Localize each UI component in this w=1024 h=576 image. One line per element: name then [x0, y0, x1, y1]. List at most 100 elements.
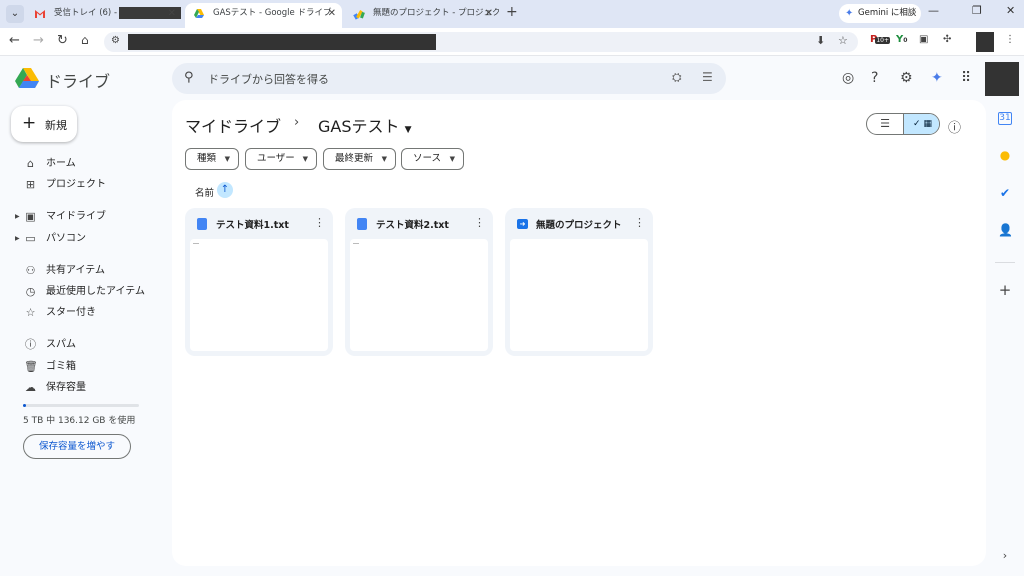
- shared-icon: ⚇: [25, 264, 36, 277]
- file-card[interactable]: テスト資料2.txt ⋮: [345, 208, 493, 356]
- sidebar-item-label: ホーム: [46, 158, 76, 169]
- new-button[interactable]: + 新規: [11, 106, 77, 142]
- my-drive-icon: ▣: [25, 210, 36, 223]
- contacts-person-icon[interactable]: 👤: [998, 223, 1013, 237]
- tab-close-icon[interactable]: ✕: [328, 3, 336, 24]
- sort-direction-arrow-up-icon[interactable]: ↑: [217, 182, 233, 198]
- main-content: マイドライブ › GASテスト ▼ ☰ ✓ ▦ ⓘ 種類 ▼ ユーザー ▼ 最終更新…: [172, 100, 986, 566]
- sort-by-name-label[interactable]: 名前: [195, 185, 214, 199]
- list-view-icon[interactable]: ☰: [867, 114, 903, 134]
- filter-chip-people[interactable]: ユーザー ▼: [245, 148, 317, 170]
- file-card[interactable]: テスト資料1.txt ⋮: [185, 208, 333, 356]
- extension-y-icon[interactable]: Y0: [896, 34, 907, 45]
- more-actions-icon[interactable]: ⋮: [474, 216, 485, 229]
- breadcrumb-chevron-right-icon: ›: [294, 115, 300, 130]
- extension-badge-2: 0: [903, 37, 908, 44]
- site-settings-icon[interactable]: ⚙: [111, 35, 120, 46]
- search-filter-tune-icon[interactable]: ☰: [702, 70, 713, 84]
- extension-badge: 10+: [875, 37, 891, 44]
- filter-chip-label: ソース: [413, 153, 442, 164]
- trash-icon: 🗑: [24, 360, 38, 373]
- google-doc-icon: [197, 218, 207, 230]
- window-restore-icon[interactable]: ❐: [972, 4, 982, 17]
- back-arrow-icon[interactable]: ←: [9, 33, 20, 48]
- window-minimize-icon[interactable]: —: [928, 4, 939, 17]
- sidebar-item-label: プロジェクト: [46, 179, 106, 190]
- filter-chip-type[interactable]: 種類 ▼: [185, 148, 239, 170]
- gemini-button[interactable]: ✦ Gemini に相談: [839, 4, 921, 23]
- tab-search-chevron-down-icon[interactable]: ⌄: [6, 5, 24, 23]
- info-icon[interactable]: ⓘ: [948, 117, 961, 136]
- breadcrumb-current-folder[interactable]: GASテスト ▼: [318, 113, 412, 137]
- search-placeholder: ドライブから回答を得る: [208, 73, 329, 86]
- browser-menu-icon[interactable]: ⋮: [1005, 34, 1015, 45]
- address-bar[interactable]: ⚙ ⬇ ☆: [104, 32, 858, 52]
- install-app-icon[interactable]: ⬇: [816, 34, 825, 47]
- breadcrumb-folder-label: GASテスト: [318, 117, 400, 136]
- search-bar[interactable]: ⚲ ドライブから回答を得る ⛭ ☰: [172, 63, 726, 94]
- home-icon[interactable]: ⌂: [81, 33, 89, 47]
- projects-icon: ⊞: [25, 178, 36, 191]
- tab-close-icon[interactable]: ✕: [485, 3, 493, 24]
- apps-grid-icon[interactable]: ⠿: [961, 70, 971, 86]
- search-options-icon[interactable]: ⛭: [672, 70, 682, 85]
- tab-drive[interactable]: GASテスト - Google ドライブ ✕: [185, 3, 342, 28]
- offline-status-icon[interactable]: ◎: [842, 70, 854, 86]
- expand-caret-icon[interactable]: ▶: [15, 230, 20, 248]
- clock-icon: ◷: [25, 285, 36, 298]
- filter-chip-source[interactable]: ソース ▼: [401, 148, 464, 170]
- file-card-title: 無題のプロジェクト: [536, 220, 622, 231]
- drive-brand: ドライブ: [46, 72, 111, 91]
- more-actions-icon[interactable]: ⋮: [634, 216, 645, 229]
- expand-panel-chevron-right-icon[interactable]: ›: [998, 549, 1012, 562]
- grid-view-icon[interactable]: ✓ ▦: [903, 114, 939, 134]
- window-close-icon[interactable]: ✕: [1006, 4, 1015, 17]
- extension-chat-icon[interactable]: ▣: [919, 34, 928, 45]
- tab-apps-script[interactable]: 無題のプロジェクト - プロジェクト編集 ✕: [345, 3, 499, 28]
- sidebar-item-label: 最近使用したアイテム: [46, 286, 145, 297]
- help-icon[interactable]: ?: [871, 70, 878, 86]
- caret-down-icon: ▼: [224, 155, 230, 163]
- tab-gmail[interactable]: 受信トレイ (6) - ✕: [26, 3, 182, 28]
- profile-avatar[interactable]: [976, 32, 994, 52]
- filter-chip-modified[interactable]: 最終更新 ▼: [323, 148, 396, 170]
- breadcrumb-my-drive[interactable]: マイドライブ: [185, 113, 281, 137]
- apps-script-arrow-icon: ➜: [517, 219, 528, 229]
- extensions-puzzle-icon[interactable]: ✣: [943, 34, 951, 45]
- apps-script-icon: [353, 10, 365, 20]
- redacted-url: [128, 34, 436, 50]
- gemini-sparkle-icon[interactable]: ✦: [931, 70, 943, 86]
- extension-icon[interactable]: P10+: [870, 34, 891, 45]
- settings-gear-icon[interactable]: ⚙: [900, 70, 913, 86]
- drive-icon: [194, 9, 204, 18]
- tab-title: 受信トレイ (6) -: [54, 8, 118, 18]
- keep-bulb-icon[interactable]: ●: [998, 148, 1012, 162]
- bookmark-star-icon[interactable]: ☆: [838, 34, 848, 47]
- tab-title: 無題のプロジェクト - プロジェクト編集: [373, 8, 499, 18]
- expand-caret-icon[interactable]: ▶: [15, 208, 20, 226]
- gmail-icon: [35, 10, 45, 18]
- caret-down-icon: ▼: [302, 155, 308, 163]
- sidebar-item-label: 保存容量: [46, 382, 86, 393]
- file-thumbnail: [350, 239, 488, 351]
- file-card-title: テスト資料2.txt: [376, 220, 449, 231]
- reload-icon[interactable]: ↻: [57, 33, 68, 48]
- calendar-icon[interactable]: 31: [998, 112, 1012, 125]
- new-tab-plus-icon[interactable]: +: [506, 4, 518, 20]
- get-more-storage-button[interactable]: 保存容量を増やす: [23, 434, 131, 459]
- sidebar-item-label: スター付き: [46, 307, 96, 318]
- more-actions-icon[interactable]: ⋮: [314, 216, 325, 229]
- tab-close-icon[interactable]: ✕: [168, 3, 176, 24]
- forward-arrow-icon[interactable]: →: [33, 33, 44, 48]
- account-avatar[interactable]: [985, 62, 1019, 96]
- file-thumbnail: [510, 239, 648, 351]
- home-icon: ⌂: [27, 157, 34, 170]
- drive-logo-icon[interactable]: [14, 67, 40, 89]
- file-card[interactable]: ➜ 無題のプロジェクト ⋮: [505, 208, 653, 356]
- plus-icon: +: [22, 113, 37, 133]
- add-addon-plus-icon[interactable]: +: [998, 281, 1012, 299]
- gemini-sparkle-icon: ✦: [845, 8, 854, 19]
- google-doc-icon: [357, 218, 367, 230]
- browser-toolbar: ← → ↻ ⌂ ⚙ ⬇ ☆ P10+ Y0 ▣ ✣ ⋮: [0, 28, 1024, 56]
- tasks-check-icon[interactable]: ✔: [998, 186, 1012, 200]
